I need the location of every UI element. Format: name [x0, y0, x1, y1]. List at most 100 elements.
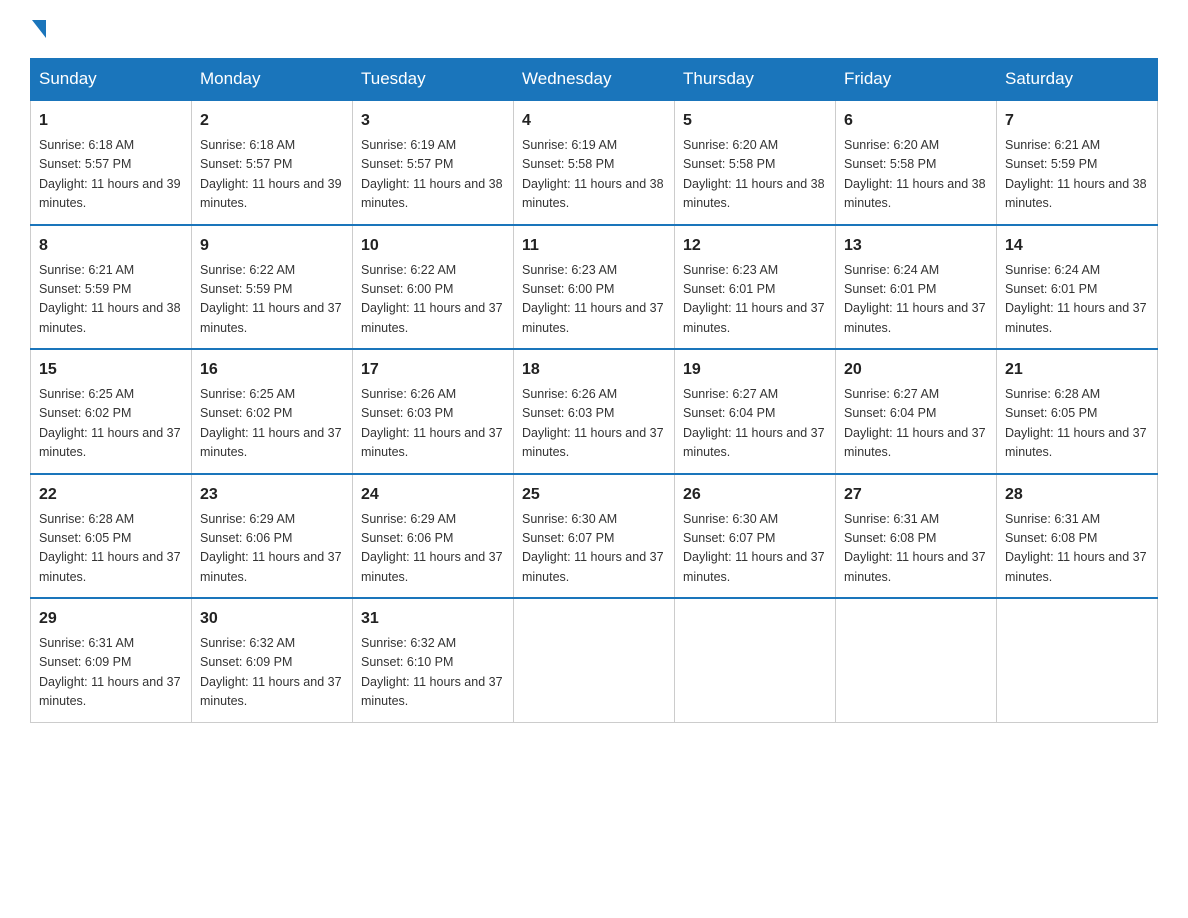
day-info: Sunrise: 6:20 AMSunset: 5:58 PMDaylight:… [683, 136, 827, 214]
day-number: 29 [39, 607, 183, 631]
day-number: 6 [844, 109, 988, 133]
calendar-table: SundayMondayTuesdayWednesdayThursdayFrid… [30, 58, 1158, 723]
day-number: 21 [1005, 358, 1149, 382]
day-number: 4 [522, 109, 666, 133]
day-info: Sunrise: 6:30 AMSunset: 6:07 PMDaylight:… [522, 510, 666, 588]
day-number: 3 [361, 109, 505, 133]
day-info: Sunrise: 6:28 AMSunset: 6:05 PMDaylight:… [1005, 385, 1149, 463]
day-of-week-header: Saturday [997, 59, 1158, 101]
day-info: Sunrise: 6:18 AMSunset: 5:57 PMDaylight:… [200, 136, 344, 214]
logo [30, 20, 48, 38]
day-info: Sunrise: 6:24 AMSunset: 6:01 PMDaylight:… [1005, 261, 1149, 339]
day-info: Sunrise: 6:29 AMSunset: 6:06 PMDaylight:… [361, 510, 505, 588]
day-number: 7 [1005, 109, 1149, 133]
day-info: Sunrise: 6:23 AMSunset: 6:00 PMDaylight:… [522, 261, 666, 339]
header [30, 20, 1158, 38]
day-number: 27 [844, 483, 988, 507]
calendar-week-row: 15 Sunrise: 6:25 AMSunset: 6:02 PMDayligh… [31, 349, 1158, 474]
day-info: Sunrise: 6:21 AMSunset: 5:59 PMDaylight:… [1005, 136, 1149, 214]
day-number: 24 [361, 483, 505, 507]
day-number: 22 [39, 483, 183, 507]
calendar-day-cell: 18 Sunrise: 6:26 AMSunset: 6:03 PMDayligh… [514, 349, 675, 474]
logo-arrow-icon [32, 20, 46, 38]
calendar-day-cell: 16 Sunrise: 6:25 AMSunset: 6:02 PMDayligh… [192, 349, 353, 474]
calendar-day-cell: 10 Sunrise: 6:22 AMSunset: 6:00 PMDayligh… [353, 225, 514, 350]
day-of-week-header: Wednesday [514, 59, 675, 101]
day-number: 25 [522, 483, 666, 507]
calendar-day-cell: 23 Sunrise: 6:29 AMSunset: 6:06 PMDayligh… [192, 474, 353, 599]
calendar-day-cell [514, 598, 675, 722]
calendar-day-cell: 14 Sunrise: 6:24 AMSunset: 6:01 PMDayligh… [997, 225, 1158, 350]
day-number: 18 [522, 358, 666, 382]
day-number: 14 [1005, 234, 1149, 258]
day-info: Sunrise: 6:26 AMSunset: 6:03 PMDaylight:… [522, 385, 666, 463]
day-info: Sunrise: 6:32 AMSunset: 6:09 PMDaylight:… [200, 634, 344, 712]
calendar-day-cell: 6 Sunrise: 6:20 AMSunset: 5:58 PMDaylight… [836, 100, 997, 225]
day-number: 15 [39, 358, 183, 382]
calendar-day-cell: 24 Sunrise: 6:29 AMSunset: 6:06 PMDayligh… [353, 474, 514, 599]
day-number: 8 [39, 234, 183, 258]
calendar-day-cell: 2 Sunrise: 6:18 AMSunset: 5:57 PMDaylight… [192, 100, 353, 225]
calendar-day-cell [675, 598, 836, 722]
day-info: Sunrise: 6:31 AMSunset: 6:08 PMDaylight:… [844, 510, 988, 588]
day-number: 19 [683, 358, 827, 382]
calendar-day-cell: 5 Sunrise: 6:20 AMSunset: 5:58 PMDaylight… [675, 100, 836, 225]
day-of-week-header: Friday [836, 59, 997, 101]
day-number: 9 [200, 234, 344, 258]
calendar-header-row: SundayMondayTuesdayWednesdayThursdayFrid… [31, 59, 1158, 101]
day-info: Sunrise: 6:19 AMSunset: 5:57 PMDaylight:… [361, 136, 505, 214]
calendar-day-cell: 26Sunrise: 6:30 AMSunset: 6:07 PMDayligh… [675, 474, 836, 599]
day-info: Sunrise: 6:25 AMSunset: 6:02 PMDaylight:… [39, 385, 183, 463]
day-info: Sunrise: 6:29 AMSunset: 6:06 PMDaylight:… [200, 510, 344, 588]
calendar-day-cell: 3 Sunrise: 6:19 AMSunset: 5:57 PMDaylight… [353, 100, 514, 225]
calendar-day-cell: 15 Sunrise: 6:25 AMSunset: 6:02 PMDayligh… [31, 349, 192, 474]
calendar-day-cell: 12 Sunrise: 6:23 AMSunset: 6:01 PMDayligh… [675, 225, 836, 350]
day-info: Sunrise: 6:24 AMSunset: 6:01 PMDaylight:… [844, 261, 988, 339]
calendar-day-cell [836, 598, 997, 722]
calendar-day-cell: 29 Sunrise: 6:31 AMSunset: 6:09 PMDayligh… [31, 598, 192, 722]
day-number: 17 [361, 358, 505, 382]
calendar-week-row: 8Sunrise: 6:21 AMSunset: 5:59 PMDaylight… [31, 225, 1158, 350]
day-info: Sunrise: 6:30 AMSunset: 6:07 PMDaylight:… [683, 510, 827, 588]
calendar-day-cell: 21 Sunrise: 6:28 AMSunset: 6:05 PMDayligh… [997, 349, 1158, 474]
day-number: 5 [683, 109, 827, 133]
calendar-day-cell: 8Sunrise: 6:21 AMSunset: 5:59 PMDaylight… [31, 225, 192, 350]
calendar-day-cell: 11 Sunrise: 6:23 AMSunset: 6:00 PMDayligh… [514, 225, 675, 350]
day-info: Sunrise: 6:31 AMSunset: 6:09 PMDaylight:… [39, 634, 183, 712]
day-number: 31 [361, 607, 505, 631]
calendar-day-cell: 13Sunrise: 6:24 AMSunset: 6:01 PMDayligh… [836, 225, 997, 350]
calendar-day-cell [997, 598, 1158, 722]
day-info: Sunrise: 6:31 AMSunset: 6:08 PMDaylight:… [1005, 510, 1149, 588]
calendar-day-cell: 4 Sunrise: 6:19 AMSunset: 5:58 PMDaylight… [514, 100, 675, 225]
day-info: Sunrise: 6:22 AMSunset: 6:00 PMDaylight:… [361, 261, 505, 339]
day-info: Sunrise: 6:23 AMSunset: 6:01 PMDaylight:… [683, 261, 827, 339]
day-number: 2 [200, 109, 344, 133]
day-info: Sunrise: 6:25 AMSunset: 6:02 PMDaylight:… [200, 385, 344, 463]
calendar-day-cell: 19 Sunrise: 6:27 AMSunset: 6:04 PMDayligh… [675, 349, 836, 474]
day-number: 12 [683, 234, 827, 258]
calendar-day-cell: 28Sunrise: 6:31 AMSunset: 6:08 PMDayligh… [997, 474, 1158, 599]
day-of-week-header: Monday [192, 59, 353, 101]
day-number: 20 [844, 358, 988, 382]
day-of-week-header: Sunday [31, 59, 192, 101]
day-number: 11 [522, 234, 666, 258]
calendar-week-row: 1 Sunrise: 6:18 AMSunset: 5:57 PMDaylight… [31, 100, 1158, 225]
calendar-day-cell: 25 Sunrise: 6:30 AMSunset: 6:07 PMDayligh… [514, 474, 675, 599]
day-info: Sunrise: 6:19 AMSunset: 5:58 PMDaylight:… [522, 136, 666, 214]
calendar-day-cell: 27 Sunrise: 6:31 AMSunset: 6:08 PMDayligh… [836, 474, 997, 599]
calendar-day-cell: 1Sunrise: 6:18 AMSunset: 5:57 PMDaylight… [31, 100, 192, 225]
day-number: 30 [200, 607, 344, 631]
day-info: Sunrise: 6:27 AMSunset: 6:04 PMDaylight:… [844, 385, 988, 463]
calendar-week-row: 29 Sunrise: 6:31 AMSunset: 6:09 PMDayligh… [31, 598, 1158, 722]
day-number: 10 [361, 234, 505, 258]
calendar-day-cell: 22Sunrise: 6:28 AMSunset: 6:05 PMDayligh… [31, 474, 192, 599]
day-info: Sunrise: 6:22 AMSunset: 5:59 PMDaylight:… [200, 261, 344, 339]
day-info: Sunrise: 6:20 AMSunset: 5:58 PMDaylight:… [844, 136, 988, 214]
day-info: Sunrise: 6:26 AMSunset: 6:03 PMDaylight:… [361, 385, 505, 463]
calendar-day-cell: 7 Sunrise: 6:21 AMSunset: 5:59 PMDaylight… [997, 100, 1158, 225]
day-number: 23 [200, 483, 344, 507]
day-info: Sunrise: 6:27 AMSunset: 6:04 PMDaylight:… [683, 385, 827, 463]
calendar-day-cell: 20 Sunrise: 6:27 AMSunset: 6:04 PMDayligh… [836, 349, 997, 474]
day-number: 1 [39, 109, 183, 133]
day-number: 16 [200, 358, 344, 382]
